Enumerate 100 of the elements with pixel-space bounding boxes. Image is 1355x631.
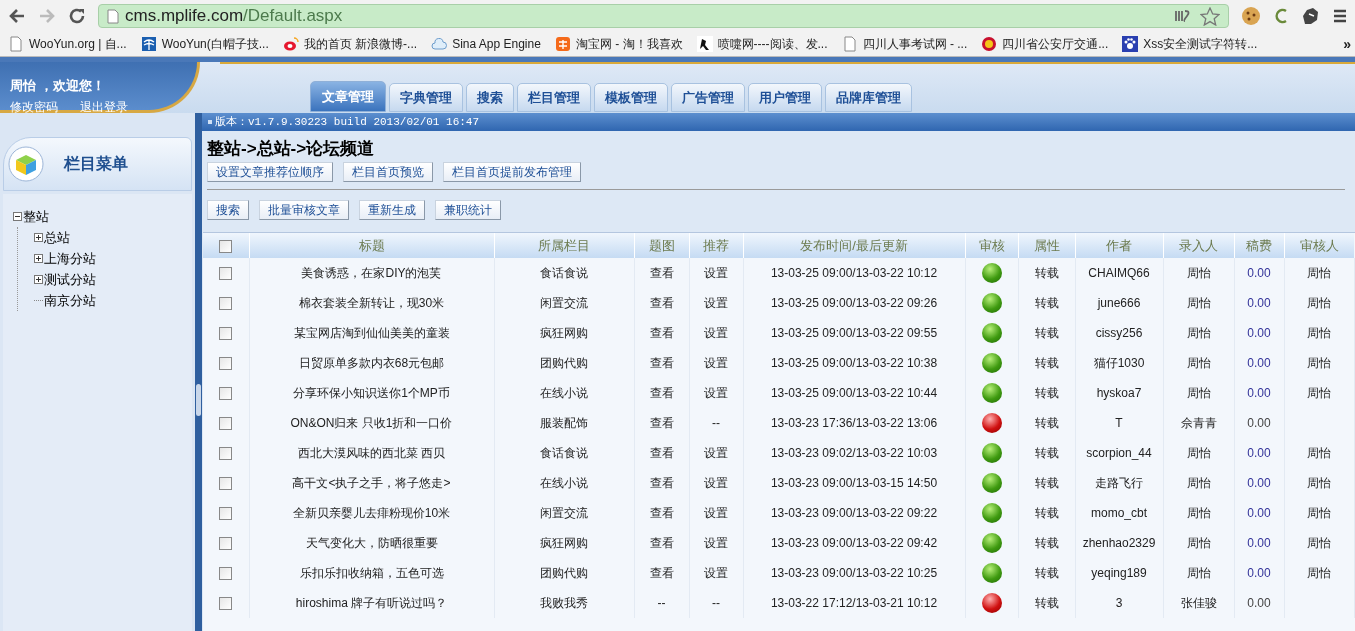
table-cell[interactable]: 查看 (649, 266, 674, 280)
tree-item[interactable]: 上海分站 (44, 251, 96, 266)
article-title[interactable]: 分享环保小知识送你1个MP币 (293, 386, 450, 400)
nav-tab[interactable]: 搜索 (466, 83, 514, 112)
article-title[interactable]: 棉衣套装全新转让，现30米 (298, 296, 445, 310)
star-icon[interactable] (1200, 6, 1220, 26)
checkbox[interactable] (219, 239, 233, 253)
table-cell[interactable]: 查看 (649, 356, 674, 370)
checkbox[interactable] (219, 597, 233, 611)
table-cell[interactable]: 查看 (649, 386, 674, 400)
bookmark[interactable]: Xss安全测试字符转... (1122, 35, 1258, 53)
column-header[interactable]: 审核 (965, 233, 1018, 258)
splitter-handle[interactable] (196, 384, 201, 416)
forward-icon[interactable] (38, 8, 56, 24)
bookmark[interactable]: WooYun.org | 自... (8, 35, 127, 53)
address-field[interactable]: cms.mplife.com/Default.aspx (98, 4, 1229, 28)
toolbar-button[interactable]: 重新生成 (359, 200, 425, 220)
table-cell[interactable]: 查看 (649, 566, 674, 580)
column-header[interactable]: 发布时间/最后更新 (743, 233, 965, 258)
table-cell[interactable]: 设置 (704, 476, 728, 490)
toolbar-button[interactable]: 栏目首页预览 (343, 162, 433, 182)
checkbox[interactable] (219, 507, 233, 521)
expander-icon[interactable] (13, 212, 22, 221)
expander-icon[interactable] (34, 275, 43, 284)
reload-icon[interactable] (68, 7, 86, 25)
table-cell[interactable]: 查看 (649, 476, 674, 490)
checkbox[interactable] (219, 447, 233, 461)
article-title[interactable]: 天气变化大，防晒很重要 (305, 536, 438, 550)
menu-icon[interactable] (1333, 9, 1347, 23)
header-link[interactable]: 退出登录 (80, 97, 128, 116)
toolbar-button[interactable]: 兼职统计 (435, 200, 501, 220)
toolbar-button[interactable]: 设置文章推荐位顺序 (207, 162, 333, 182)
tree-item[interactable]: 南京分站 (44, 293, 96, 308)
cookie-icon[interactable] (1241, 6, 1261, 26)
bookmark[interactable]: Sina App Engine (431, 35, 541, 53)
toolbar-button[interactable]: 批量审核文章 (259, 200, 349, 220)
bookmark[interactable]: 喷嚏网----阅读、发... (696, 35, 828, 53)
table-cell[interactable]: 查看 (649, 296, 674, 310)
table-cell[interactable]: 设置 (704, 446, 728, 460)
checkbox[interactable] (219, 357, 233, 371)
expander-icon[interactable] (34, 233, 43, 242)
article-title[interactable]: 乐扣乐扣收纳箱，五色可选 (299, 566, 444, 580)
arc-icon[interactable] (1273, 7, 1289, 25)
table-cell[interactable]: 设置 (704, 536, 728, 550)
tree-item[interactable]: 测试分站 (44, 272, 96, 287)
nav-tab[interactable]: 品牌库管理 (825, 83, 912, 112)
table-cell[interactable]: 设置 (704, 386, 728, 400)
column-header[interactable]: 作者 (1075, 233, 1163, 258)
column-header[interactable]: 推荐 (689, 233, 743, 258)
article-title[interactable]: 美食诱惑，在家DIY的泡芙 (301, 266, 442, 280)
table-cell[interactable]: 设置 (704, 506, 728, 520)
column-header[interactable]: 所属栏目 (494, 233, 634, 258)
table-cell[interactable]: 查看 (649, 446, 674, 460)
column-header[interactable]: 审核人 (1284, 233, 1354, 258)
bookmark[interactable]: 四川省公安厅交通... (981, 35, 1109, 53)
toolbar-button[interactable]: 栏目首页提前发布管理 (443, 162, 581, 182)
bookmark[interactable]: 我的首页 新浪微博-... (282, 35, 418, 53)
expander-icon[interactable] (34, 254, 43, 263)
table-cell[interactable]: -- (657, 596, 666, 610)
column-header[interactable]: 稿费 (1234, 233, 1284, 258)
table-cell[interactable]: -- (712, 416, 720, 430)
article-title[interactable]: 西北大漠风味的西北菜 西贝 (297, 446, 446, 460)
article-title[interactable]: 高干文<执子之手，将子悠走> (292, 476, 451, 490)
nav-tab[interactable]: 栏目管理 (517, 83, 591, 112)
back-icon[interactable] (8, 8, 26, 24)
table-cell[interactable]: 查看 (649, 416, 674, 430)
table-cell[interactable]: 设置 (704, 356, 728, 370)
checkbox[interactable] (219, 387, 233, 401)
checkbox[interactable] (219, 267, 233, 281)
article-title[interactable]: 日贸原单多款内衣68元包邮 (298, 356, 445, 370)
tree-item[interactable]: 整站 (23, 209, 49, 224)
table-cell[interactable]: 设置 (704, 566, 728, 580)
column-header[interactable]: 题图 (634, 233, 689, 258)
nav-tab[interactable]: 字典管理 (389, 83, 463, 112)
header-link[interactable]: 修改密码 (10, 97, 58, 116)
table-cell[interactable]: 设置 (704, 326, 728, 340)
bookmark[interactable]: 淘宝网 - 淘！我喜欢 (554, 35, 683, 53)
column-header[interactable]: 标题 (249, 233, 494, 258)
checkbox[interactable] (219, 417, 233, 431)
tree-item[interactable]: 总站 (44, 230, 70, 245)
table-cell[interactable]: 查看 (649, 326, 674, 340)
table-cell[interactable]: -- (712, 596, 720, 610)
bookmark[interactable]: 四川人事考试网 - ... (841, 35, 968, 53)
table-cell[interactable]: 设置 (704, 266, 728, 280)
checkbox[interactable] (219, 567, 233, 581)
column-header[interactable]: 录入人 (1163, 233, 1234, 258)
nav-tab[interactable]: 广告管理 (671, 83, 745, 112)
article-title[interactable]: ON&ON归来 只收1折和一口价 (290, 416, 453, 430)
column-header[interactable]: 属性 (1018, 233, 1075, 258)
nav-tab[interactable]: 用户管理 (748, 83, 822, 112)
checkbox[interactable] (219, 297, 233, 311)
checkbox[interactable] (219, 537, 233, 551)
checkbox[interactable] (219, 327, 233, 341)
table-cell[interactable]: 设置 (704, 296, 728, 310)
toolbar-button[interactable]: 搜索 (207, 200, 249, 220)
article-title[interactable]: 全新贝亲婴儿去痱粉现价10米 (292, 506, 451, 520)
table-cell[interactable]: 查看 (649, 506, 674, 520)
nav-tab[interactable]: 模板管理 (594, 83, 668, 112)
bookmark[interactable]: WooYun(白帽子技... (140, 35, 269, 53)
article-title[interactable]: 某宝网店淘到仙仙美美的童装 (293, 326, 450, 340)
